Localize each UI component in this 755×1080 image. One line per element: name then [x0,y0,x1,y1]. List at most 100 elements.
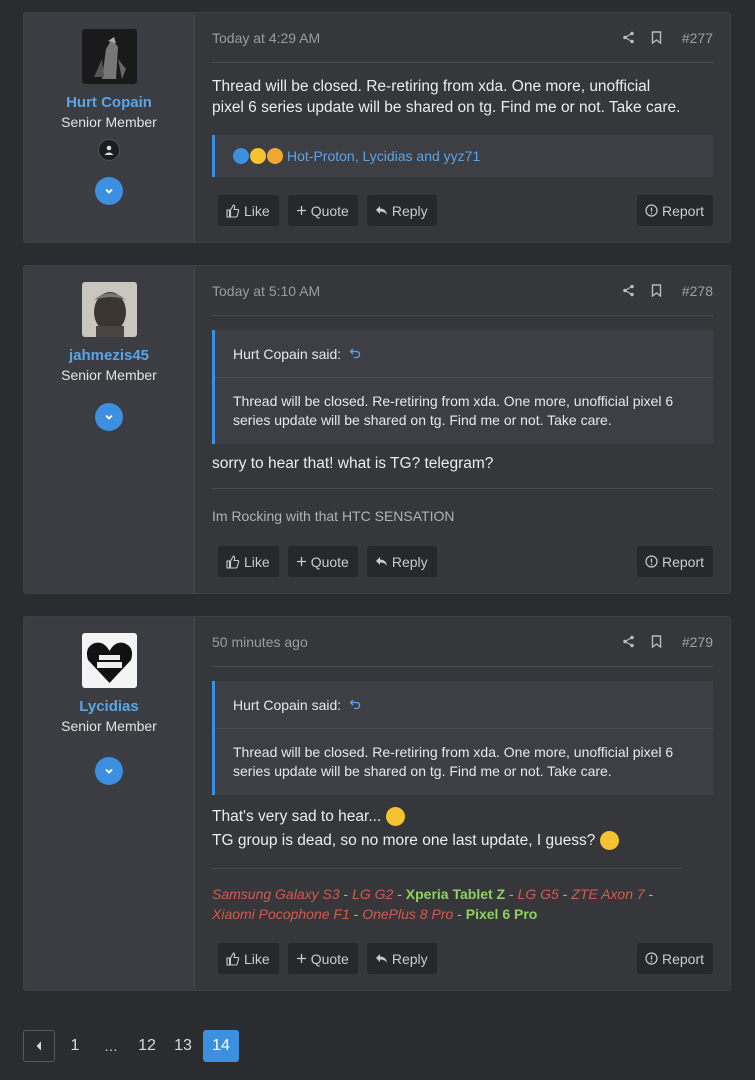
reply-label: Reply [391,950,428,967]
signature-device[interactable]: LG G2 [352,886,393,902]
avatar[interactable] [81,282,137,337]
like-label: Like [244,950,270,967]
page-link[interactable]: 1 [59,1030,91,1062]
signature-separator: - [505,886,518,902]
user-badge-icon[interactable] [98,139,120,161]
expand-user-button[interactable] [95,757,123,785]
thumbs-up-icon [226,554,240,569]
avatar[interactable] [81,29,137,84]
post-279: Lycidias Senior Member 50 minutes ago #2… [23,616,731,991]
signature-device[interactable]: Xiaomi Pocophone F1 [212,906,350,922]
page-link[interactable]: 12 [131,1030,163,1062]
undo-icon[interactable] [349,346,361,362]
user-info: Lycidias Senior Member [24,617,195,990]
signature-device[interactable]: Xperia Tablet Z [406,886,505,902]
quote-label: Quote [310,202,349,219]
report-icon [645,952,658,965]
report-label: Report [661,950,704,967]
username[interactable]: jahmezis45 [69,347,149,364]
expand-user-button[interactable] [95,403,123,431]
quote-button[interactable]: Quote [287,943,358,974]
current-page[interactable]: 14 [203,1030,239,1062]
quote-author[interactable]: Hurt Copain said: [233,697,341,713]
page-ellipsis[interactable]: … [95,1030,127,1062]
message-line: That's very sad to hear... [212,805,713,829]
sad-reaction-icon [267,148,283,164]
post-message: sorry to hear that! what is TG? telegram… [212,455,494,472]
reply-label: Reply [391,202,428,219]
quote-label: Quote [310,950,349,967]
post-date[interactable]: Today at 5:10 AM [212,283,606,299]
post-number[interactable]: #278 [682,283,713,299]
post-actions: Like Quote Reply Report [218,943,713,974]
post-content: 50 minutes ago #279 Hurt Copain said: Th… [195,617,730,990]
username[interactable]: Hurt Copain [66,94,152,111]
like-button[interactable]: Like [218,943,279,974]
reply-button[interactable]: Reply [366,943,437,974]
signature-device[interactable]: LG G5 [518,886,559,902]
signature-device[interactable]: OnePlus 8 Pro [362,906,453,922]
like-label: Like [244,202,270,219]
report-button[interactable]: Report [636,943,713,974]
report-icon [645,555,658,568]
reply-icon [375,953,388,964]
signature-separator: - [644,886,654,902]
share-icon[interactable] [622,284,635,297]
like-button[interactable]: Like [218,195,279,226]
signature-device[interactable]: Samsung Galaxy S3 [212,886,340,902]
avatar[interactable] [81,633,137,688]
bookmark-icon[interactable] [651,284,662,297]
reply-button[interactable]: Reply [366,195,437,226]
reactions-bar[interactable]: Hot-Proton, Lycidias and yyz71 [212,135,713,177]
signature-separator: - [453,906,466,922]
signature-device[interactable]: ZTE Axon 7 [571,886,644,902]
like-button[interactable]: Like [218,546,279,577]
post-number[interactable]: #279 [682,634,713,650]
report-button[interactable]: Report [636,195,713,226]
report-icon [645,204,658,217]
post-date[interactable]: 50 minutes ago [212,634,606,650]
post-date[interactable]: Today at 4:29 AM [212,30,606,46]
quote-block: Hurt Copain said: Thread will be closed.… [212,330,713,444]
share-icon[interactable] [622,635,635,648]
quote-button[interactable]: Quote [287,195,358,226]
plus-icon [296,205,307,216]
reply-button[interactable]: Reply [366,546,437,577]
signature-separator: - [558,886,572,902]
post-meta: 50 minutes ago #279 [212,617,713,667]
reactions-users[interactable]: Hot-Proton, Lycidias and yyz71 [287,148,480,164]
signature-device[interactable]: Pixel 6 Pro [466,906,538,922]
laugh-reaction-icon [250,148,266,164]
post-number[interactable]: #277 [682,30,713,46]
signature-separator: - [349,906,363,922]
crying-face-icon [385,807,405,827]
message-line-1: That's very sad to hear... [212,808,382,825]
pagination: 1 … 12 13 14 [23,1030,243,1062]
prev-page-button[interactable] [23,1030,55,1062]
share-icon[interactable] [622,31,635,44]
plus-icon [296,953,307,964]
bookmark-icon[interactable] [651,31,662,44]
quote-button[interactable]: Quote [287,546,358,577]
bookmark-icon[interactable] [651,635,662,648]
report-label: Report [661,553,704,570]
post-277: Hurt Copain Senior Member Today at 4:29 … [23,12,731,243]
reply-icon [375,556,388,567]
page-link[interactable]: 13 [167,1030,199,1062]
username[interactable]: Lycidias [79,698,138,715]
reply-icon [375,205,388,216]
quote-author[interactable]: Hurt Copain said: [233,346,341,362]
quote-block: Hurt Copain said: Thread will be closed.… [212,681,713,795]
user-title: Senior Member [61,718,157,734]
report-button[interactable]: Report [636,546,713,577]
chevron-left-icon [36,1041,41,1051]
post-message: That's very sad to hear... TG group is d… [212,805,713,853]
expand-user-button[interactable] [95,177,123,205]
post-content: Today at 5:10 AM #278 Hurt Copain said: … [195,266,730,593]
thumbs-up-icon [226,951,240,966]
like-reaction-icon [233,148,249,164]
undo-icon[interactable] [349,697,361,713]
message-line: TG group is dead, so no more one last up… [212,829,713,853]
chevron-down-icon [105,188,113,194]
quote-header: Hurt Copain said: [215,330,713,378]
